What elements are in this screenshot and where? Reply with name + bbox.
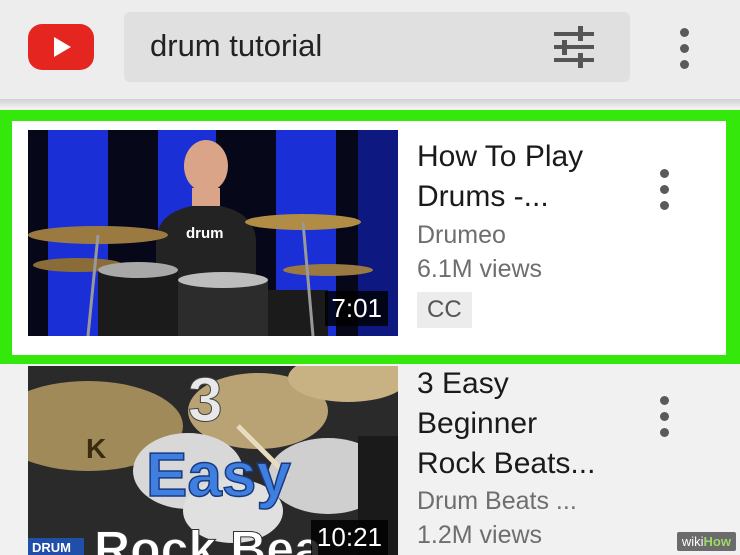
video-title-1-line2[interactable]: Drums -... xyxy=(417,177,549,217)
video-duration-2: 10:21 xyxy=(310,520,388,555)
thumb-text-rock: Rock Bea xyxy=(94,521,323,555)
video-title-2-line1[interactable]: 3 Easy xyxy=(417,364,509,404)
sliders-filter-icon[interactable] xyxy=(552,26,596,68)
header-shadow xyxy=(0,99,740,107)
thumb-brand-label: DRUM xyxy=(32,540,71,555)
channel-name-1[interactable]: Drumeo xyxy=(417,221,506,250)
video-duration-1: 7:01 xyxy=(325,291,388,326)
more-vertical-icon[interactable] xyxy=(680,28,689,76)
shirt-logo-text: drum xyxy=(186,225,224,242)
more-vertical-icon[interactable] xyxy=(660,169,669,217)
view-count-2: 1.2M views xyxy=(417,521,543,549)
cymbal-brand-letter: K xyxy=(86,433,106,464)
video-title-2-line2[interactable]: Beginner xyxy=(417,404,537,444)
closed-captions-badge: CC xyxy=(417,292,472,328)
video-title-2-line3[interactable]: Rock Beats... xyxy=(417,444,595,484)
search-box[interactable]: drum tutorial xyxy=(124,12,630,82)
thumb-text-easy: Easy xyxy=(146,441,291,510)
video-thumbnail-1[interactable]: drum 7:01 xyxy=(28,130,398,336)
search-query-text[interactable]: drum tutorial xyxy=(150,28,322,64)
more-vertical-icon[interactable] xyxy=(660,396,669,444)
channel-name-2[interactable]: Drum Beats ... xyxy=(417,487,577,516)
thumb-text-number: 3 xyxy=(188,366,222,435)
wikihow-watermark: wikiHow xyxy=(676,532,736,551)
app-header: drum tutorial xyxy=(0,0,740,100)
video-result-1[interactable]: drum 7:01 How To Play Drums -... Drumeo … xyxy=(12,121,726,355)
youtube-logo-icon[interactable] xyxy=(28,24,94,70)
video-thumbnail-2[interactable]: K 3 Easy Rock Bea DRUM 10:21 xyxy=(28,366,398,555)
view-count-1: 6.1M views xyxy=(417,255,543,283)
video-title-1-line1[interactable]: How To Play xyxy=(417,137,583,177)
result-highlight-frame: drum 7:01 How To Play Drums -... Drumeo … xyxy=(0,110,740,364)
